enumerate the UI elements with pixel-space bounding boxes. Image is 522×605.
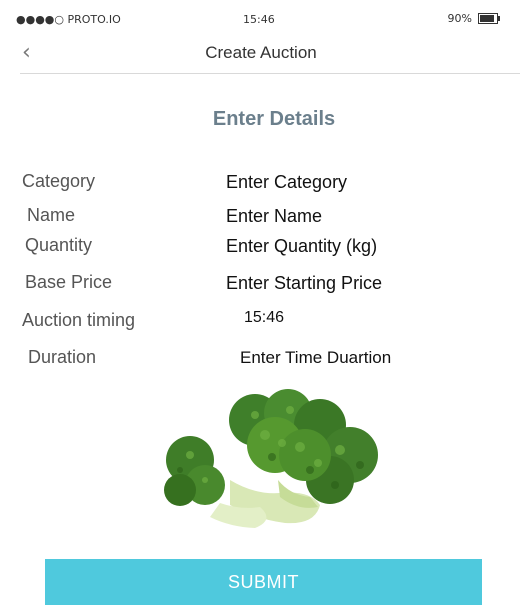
status-time: 15:46: [243, 13, 275, 26]
base-price-input[interactable]: Enter Starting Price: [226, 273, 382, 294]
field-label-quantity: Quantity: [25, 235, 93, 255]
carrier-label: ●●●●○ PROTO.IO: [16, 13, 121, 26]
name-input[interactable]: Enter Name: [226, 206, 322, 227]
field-label-name: Name: [27, 205, 76, 225]
duration-input[interactable]: Enter Time Duartion: [240, 348, 391, 368]
section-heading: Enter Details: [212, 108, 336, 130]
navbar-divider: [20, 73, 520, 74]
field-label-base-price: Base Price: [25, 272, 113, 292]
broccoli-image: [164, 389, 378, 528]
navbar: ‹ Create Auction: [0, 36, 522, 74]
status-bar: ●●●●○ PROTO.IO 15:46 90%: [0, 0, 522, 36]
field-label-auction-timing: Auction timing: [22, 310, 136, 330]
category-input[interactable]: Enter Category: [226, 172, 347, 193]
field-label-category: Category: [22, 171, 96, 191]
field-label-duration: Duration: [28, 347, 97, 367]
auction-timing-input[interactable]: 15:46: [244, 309, 284, 327]
battery-percent: 90%: [447, 12, 472, 25]
page-title: Create Auction: [205, 43, 317, 62]
quantity-input[interactable]: Enter Quantity (kg): [226, 236, 377, 257]
submit-button[interactable]: SUBMIT: [45, 559, 482, 605]
battery-icon: [478, 13, 500, 24]
battery-status: 90%: [447, 12, 500, 25]
